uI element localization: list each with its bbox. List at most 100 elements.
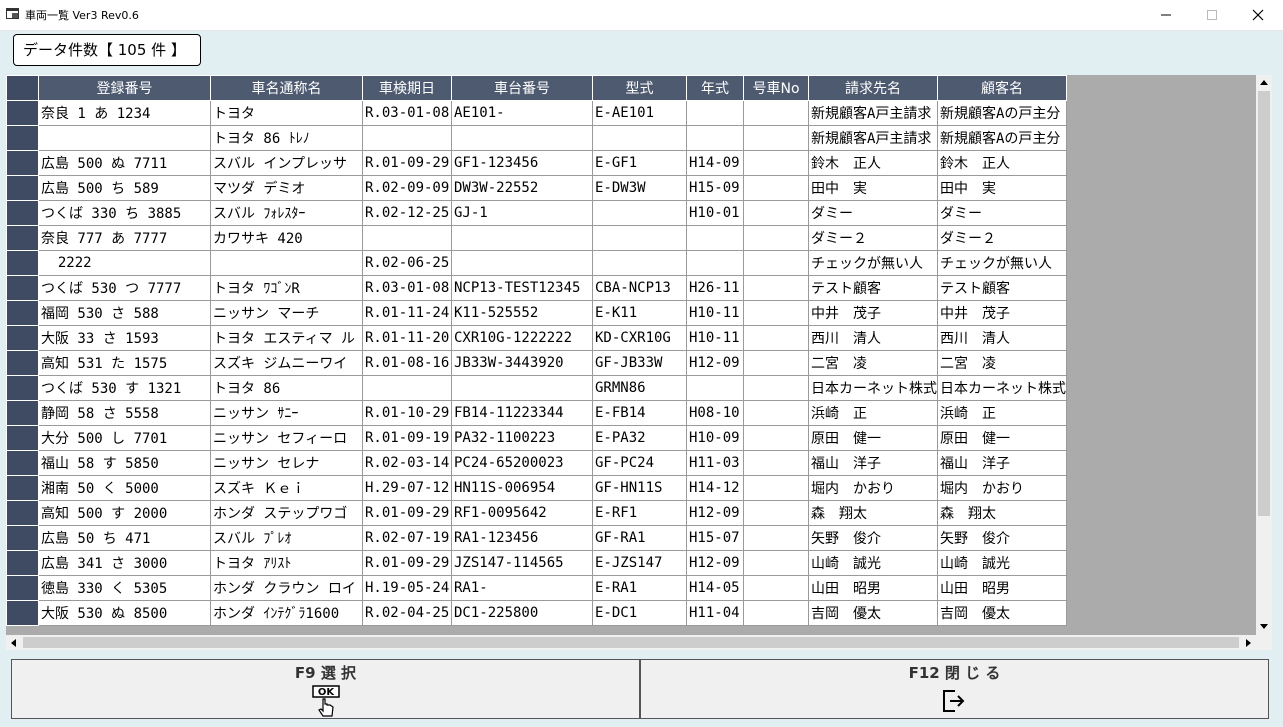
table-cell[interactable]: H08-10 — [686, 400, 744, 426]
table-cell[interactable] — [743, 575, 809, 601]
table-cell[interactable] — [743, 125, 809, 151]
column-header[interactable]: 号車No — [743, 75, 809, 101]
table-row[interactable]: 徳島 330 く 5305 ホンダ クラウン ロイ H.19-05-24 RA1- E-… — [6, 575, 1067, 601]
table-cell[interactable]: ダミー２ — [808, 225, 938, 251]
table-cell[interactable]: つくば 530 つ 7777 — [38, 275, 211, 301]
table-cell[interactable]: R.01-09-29 — [362, 550, 452, 576]
table-cell[interactable] — [592, 200, 687, 226]
table-row[interactable]: 福山 58 す 5850 ニッサン セレナ R.02-03-14 PC24-65200… — [6, 450, 1067, 476]
table-cell[interactable]: E-K11 — [592, 300, 687, 326]
row-selector[interactable] — [6, 600, 39, 626]
table-cell[interactable]: 新規顧客Aの戸主分 — [937, 100, 1067, 126]
table-cell[interactable]: E-DW3W — [592, 175, 687, 201]
column-header[interactable]: 車台番号 — [451, 75, 593, 101]
table-row[interactable]: 奈良 1 あ 1234 トヨタ R.03-01-08 AE101- E-AE101 新規顧… — [6, 100, 1067, 126]
table-cell[interactable]: 堀内 かおり — [937, 475, 1067, 501]
row-selector[interactable] — [6, 275, 39, 301]
table-cell[interactable]: JB33W-3443920 — [451, 350, 593, 376]
table-cell[interactable] — [592, 125, 687, 151]
table-cell[interactable]: 山田 昭男 — [937, 575, 1067, 601]
table-cell[interactable]: E-GF1 — [592, 150, 687, 176]
table-cell[interactable] — [743, 550, 809, 576]
table-cell[interactable]: 二宮 凌 — [808, 350, 938, 376]
table-cell[interactable]: R.03-01-08 — [362, 275, 452, 301]
table-row[interactable]: 広島 341 さ 3000 トヨタ ｱﾘｽﾄ R.01-09-29 JZS147-11… — [6, 550, 1067, 576]
row-selector[interactable] — [6, 550, 39, 576]
table-cell[interactable]: R.03-01-08 — [362, 100, 452, 126]
table-cell[interactable]: テスト顧客 — [808, 275, 938, 301]
table-cell[interactable]: GF-HN11S — [592, 475, 687, 501]
table-cell[interactable] — [743, 350, 809, 376]
column-header[interactable]: 車名通称名 — [210, 75, 363, 101]
row-selector[interactable] — [6, 300, 39, 326]
row-selector[interactable] — [6, 425, 39, 451]
table-cell[interactable]: 広島 50 ち 471 — [38, 525, 211, 551]
table-cell[interactable] — [743, 600, 809, 626]
table-cell[interactable]: R.01-11-20 — [362, 325, 452, 351]
row-selector[interactable] — [6, 200, 39, 226]
table-row[interactable]: つくば 330 ち 3885 スバル ﾌｫﾚｽﾀｰ R.02-12-25 GJ-1 H1… — [6, 200, 1067, 226]
table-cell[interactable] — [362, 225, 452, 251]
table-cell[interactable]: 森 翔太 — [808, 500, 938, 526]
table-cell[interactable]: 福山 洋子 — [937, 450, 1067, 476]
f12-close-button[interactable]: F12 閉 じ る — [640, 659, 1269, 719]
table-row[interactable]: トヨタ 86 ﾄﾚﾉ 新規顧客A戸主請求 新規顧客Aの戸主分 — [6, 125, 1067, 151]
table-cell[interactable]: H.29-07-12 — [362, 475, 452, 501]
table-cell[interactable]: 大阪 530 ぬ 8500 — [38, 600, 211, 626]
table-cell[interactable]: 奈良 1 あ 1234 — [38, 100, 211, 126]
table-cell[interactable]: 田中 実 — [937, 175, 1067, 201]
row-selector[interactable] — [6, 475, 39, 501]
table-cell[interactable]: E-DC1 — [592, 600, 687, 626]
row-selector[interactable] — [6, 375, 39, 401]
scroll-right-icon[interactable] — [1246, 639, 1252, 647]
table-cell[interactable]: H10-09 — [686, 425, 744, 451]
table-row[interactable]: 大分 500 し 7701 ニッサン セフィーロ R.01-09-19 PA32-11… — [6, 425, 1067, 451]
table-cell[interactable]: 原田 健一 — [808, 425, 938, 451]
table-cell[interactable]: KD-CXR10G — [592, 325, 687, 351]
table-cell[interactable]: R.01-09-29 — [362, 500, 452, 526]
table-row[interactable]: 広島 500 ぬ 7711 スバル インプレッサ R.01-09-29 GF1-123… — [6, 150, 1067, 176]
table-cell[interactable]: H12-09 — [686, 500, 744, 526]
column-header[interactable]: 顧客名 — [937, 75, 1067, 101]
maximize-button[interactable] — [1189, 0, 1235, 30]
table-cell[interactable]: E-PA32 — [592, 425, 687, 451]
table-cell[interactable]: R.02-12-25 — [362, 200, 452, 226]
horizontal-scroll-thumb[interactable] — [23, 637, 1239, 648]
row-selector[interactable] — [6, 125, 39, 151]
table-cell[interactable]: E-RF1 — [592, 500, 687, 526]
scroll-left-icon[interactable] — [10, 639, 16, 647]
column-header[interactable]: 請求先名 — [808, 75, 938, 101]
table-cell[interactable]: ニッサン マーチ — [210, 300, 363, 326]
table-cell[interactable]: 湘南 50 く 5000 — [38, 475, 211, 501]
table-cell[interactable]: DW3W-22552 — [451, 175, 593, 201]
table-cell[interactable]: H12-09 — [686, 350, 744, 376]
table-cell[interactable]: 西川 清人 — [937, 325, 1067, 351]
table-cell[interactable]: GF-RA1 — [592, 525, 687, 551]
table-cell[interactable]: 徳島 330 く 5305 — [38, 575, 211, 601]
table-cell[interactable]: 山崎 誠光 — [937, 550, 1067, 576]
row-selector[interactable] — [6, 350, 39, 376]
table-cell[interactable]: 森 翔太 — [937, 500, 1067, 526]
table-cell[interactable]: NCP13-TEST12345 — [451, 275, 593, 301]
table-cell[interactable]: トヨタ ﾜｺﾞﾝR — [210, 275, 363, 301]
table-cell[interactable]: H15-09 — [686, 175, 744, 201]
table-cell[interactable]: R.02-06-25 — [362, 250, 452, 276]
table-cell[interactable] — [592, 225, 687, 251]
table-cell[interactable] — [743, 300, 809, 326]
table-cell[interactable]: チェックが無い人 — [937, 250, 1067, 276]
table-cell[interactable]: 山田 昭男 — [808, 575, 938, 601]
table-cell[interactable]: H10-01 — [686, 200, 744, 226]
table-cell[interactable] — [743, 225, 809, 251]
table-cell[interactable]: H26-11 — [686, 275, 744, 301]
table-cell[interactable] — [743, 325, 809, 351]
table-cell[interactable] — [743, 525, 809, 551]
table-cell[interactable]: PC24-65200023 — [451, 450, 593, 476]
table-row[interactable]: 湘南 50 く 5000 スズキ Ｋｅｉ H.29-07-12 HN11S-00695… — [6, 475, 1067, 501]
table-cell[interactable]: 広島 341 さ 3000 — [38, 550, 211, 576]
table-cell[interactable]: つくば 330 ち 3885 — [38, 200, 211, 226]
table-cell[interactable]: K11-525552 — [451, 300, 593, 326]
table-cell[interactable]: カワサキ 420 — [210, 225, 363, 251]
scroll-up-icon[interactable] — [1260, 79, 1268, 85]
table-cell[interactable]: H12-09 — [686, 550, 744, 576]
table-cell[interactable]: 広島 500 ち 589 — [38, 175, 211, 201]
